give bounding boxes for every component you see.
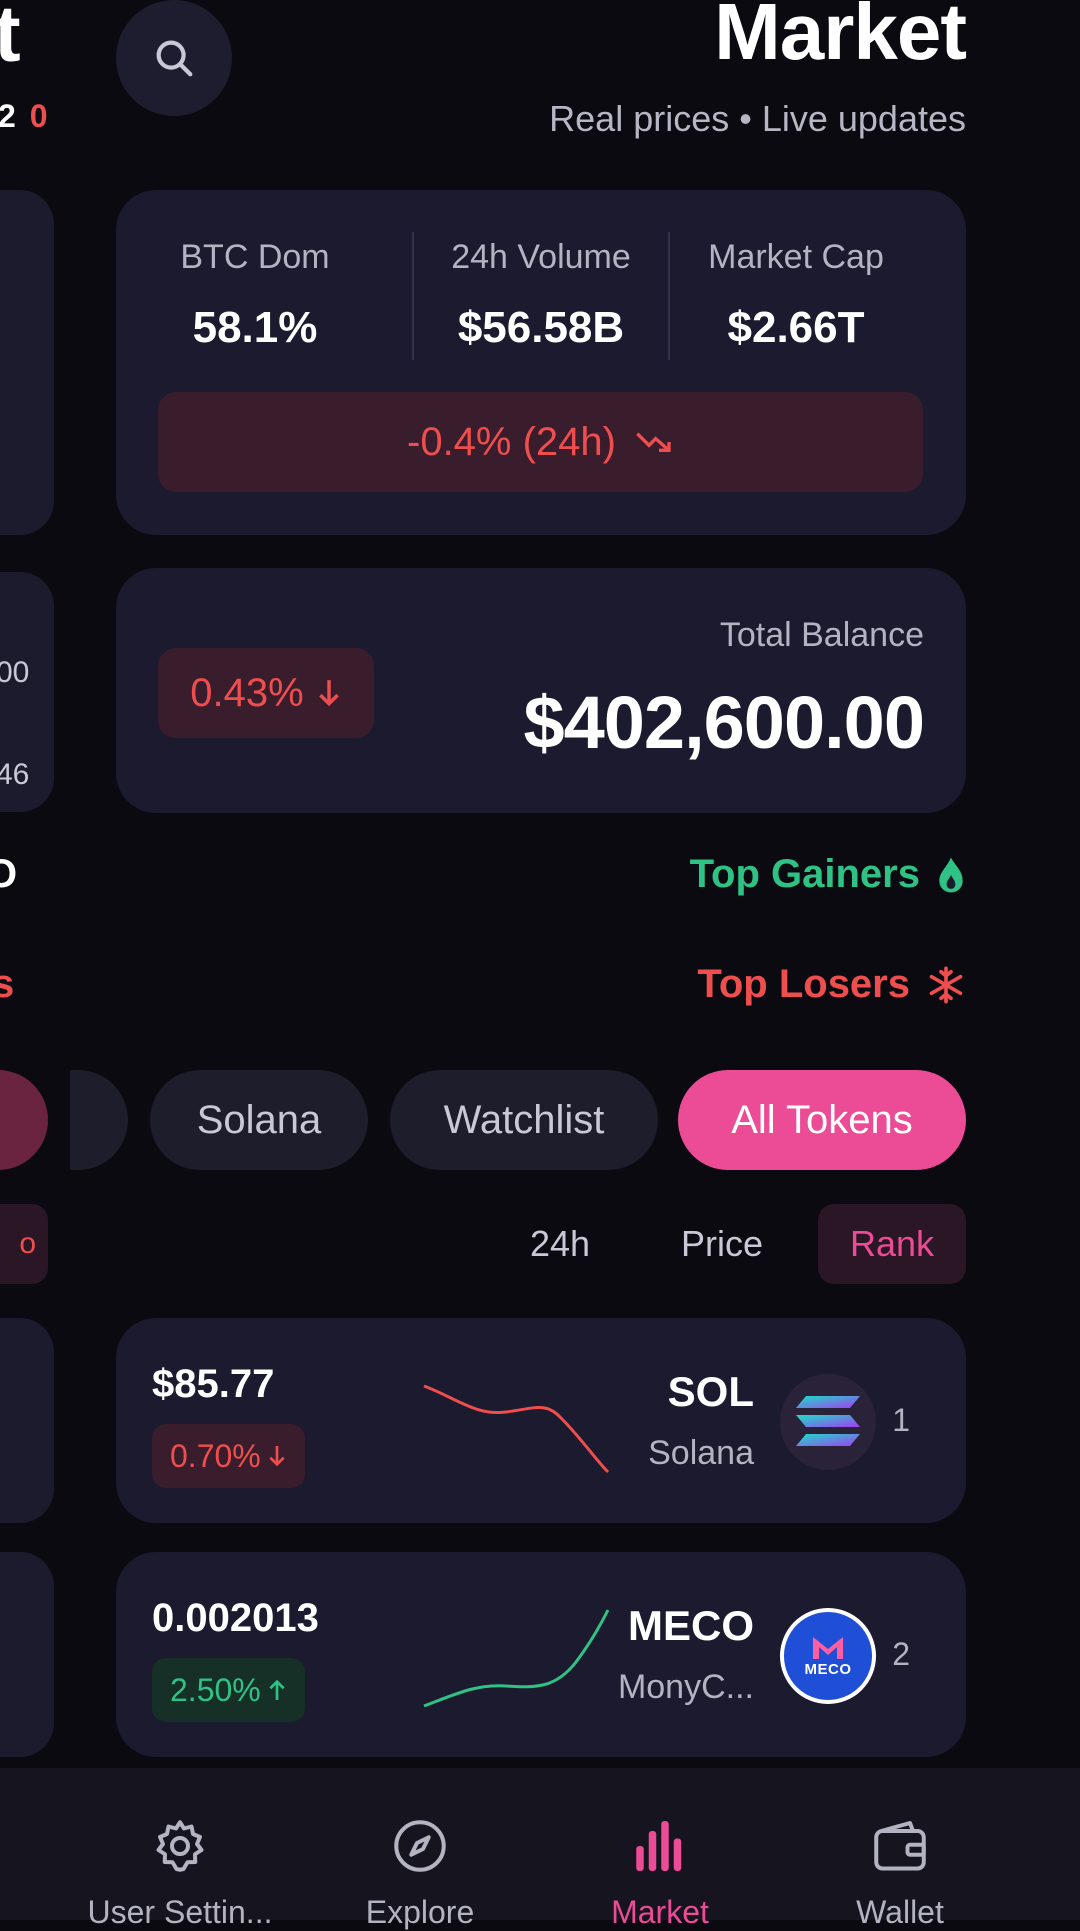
total-balance-card: 0.43% Total Balance $402,600.00 <box>116 568 966 813</box>
top-gainers-link[interactable]: Top Gainers <box>690 852 966 897</box>
stat-value: $56.58B <box>457 303 625 352</box>
previous-page-card <box>0 1552 54 1757</box>
stat-24h-volume: 24h Volume $56.58B <box>416 238 666 353</box>
market-change-text: -0.4% (24h) <box>407 419 616 464</box>
sort-rank[interactable]: Rank <box>818 1204 966 1284</box>
nav-label: User Settin... <box>87 1894 273 1930</box>
token-name: Solana <box>648 1434 754 1472</box>
sparkline-meco <box>423 1609 610 1708</box>
previous-page-title-fragment: t <box>0 0 21 78</box>
previous-page-text: 00 <box>0 656 30 689</box>
previous-page-text: s <box>0 962 15 1006</box>
previous-page-chip: o <box>0 1204 48 1284</box>
sort-price[interactable]: Price <box>660 1204 784 1284</box>
previous-page-pill <box>0 1070 48 1170</box>
solana-logo <box>780 1374 876 1470</box>
nav-wallet[interactable]: Wallet <box>780 1768 1020 1930</box>
filter-watchlist[interactable]: Watchlist <box>390 1070 658 1170</box>
stat-label: Market Cap <box>708 238 884 276</box>
token-change-badge: 0.70% <box>152 1424 305 1488</box>
trending-down-icon <box>636 432 671 452</box>
meco-logo: MECO <box>780 1608 876 1704</box>
top-losers-label: Top Losers <box>697 962 910 1006</box>
token-row-sol[interactable]: $85.77 0.70% SOL Solana 1 <box>116 1318 966 1523</box>
token-rank: 2 <box>892 1636 910 1672</box>
previous-page-text: 46 <box>0 758 30 791</box>
snowflake-icon <box>929 966 963 1003</box>
stat-btc-dominance: BTC Dom 58.1% <box>130 238 380 353</box>
token-change-badge: 2.50% <box>152 1658 305 1722</box>
sparkline-sol <box>423 1384 610 1474</box>
stat-market-cap: Market Cap $2.66T <box>671 238 921 353</box>
filter-pill-partial[interactable] <box>70 1070 128 1170</box>
token-price: 0.002013 <box>152 1596 319 1640</box>
meco-logo-text: MECO <box>804 1660 852 1678</box>
search-icon <box>156 40 193 77</box>
token-symbol: SOL <box>667 1368 754 1415</box>
page-title: Market <box>714 0 967 76</box>
wallet-icon <box>874 1821 926 1871</box>
sort-24h[interactable]: 24h <box>510 1204 610 1284</box>
nav-market[interactable]: Market <box>540 1768 780 1930</box>
nav-label: Wallet <box>856 1894 944 1930</box>
previous-page-badge: 20 <box>0 98 48 134</box>
token-price: $85.77 <box>152 1362 275 1406</box>
top-losers-link[interactable]: Top Losers <box>697 962 966 1007</box>
market-change-bar: -0.4% (24h) <box>158 392 923 492</box>
token-symbol: MECO <box>628 1602 754 1649</box>
stat-label: BTC Dom <box>180 238 330 276</box>
arrow-up-icon <box>269 1679 285 1700</box>
stat-value: $2.66T <box>727 303 865 352</box>
nav-explore[interactable]: Explore <box>300 1768 540 1930</box>
flame-icon <box>939 856 963 893</box>
bar-chart-icon <box>636 1821 682 1871</box>
divider <box>412 232 414 360</box>
balance-change-badge: 0.43% <box>158 648 374 738</box>
meco-mark-icon <box>813 1636 843 1659</box>
market-stats-card: BTC Dom 58.1% 24h Volume $56.58B Market … <box>116 190 966 535</box>
balance-label: Total Balance <box>719 616 924 654</box>
bottom-navigation: User Settin... Explore Market Wallet <box>0 1768 1080 1930</box>
compass-icon <box>394 1820 446 1872</box>
search-button[interactable] <box>116 0 232 116</box>
page-subtitle: Real prices • Live updates <box>549 98 966 139</box>
stat-value: 58.1% <box>192 303 318 352</box>
stat-label: 24h Volume <box>451 238 631 276</box>
nav-label: Market <box>611 1894 709 1930</box>
balance-value: $402,600.00 <box>523 681 925 764</box>
filter-solana[interactable]: Solana <box>150 1070 368 1170</box>
token-name: MonyC... <box>617 1668 754 1706</box>
filter-all-tokens[interactable]: All Tokens <box>678 1070 966 1170</box>
previous-page-text: O <box>0 852 18 896</box>
gear-icon <box>156 1820 204 1872</box>
top-gainers-label: Top Gainers <box>689 852 920 896</box>
solana-icon <box>796 1396 860 1446</box>
nav-user-settings[interactable]: User Settin... <box>60 1768 300 1930</box>
nav-label: Explore <box>365 1894 475 1930</box>
previous-page-card <box>0 1318 54 1523</box>
previous-page-card <box>0 190 54 535</box>
token-row-meco[interactable]: 0.002013 2.50% MECO MonyC... MECO 2 <box>116 1552 966 1757</box>
arrow-down-icon <box>269 1446 285 1467</box>
token-rank: 1 <box>892 1402 910 1438</box>
arrow-down-icon <box>318 680 339 707</box>
divider <box>668 232 670 360</box>
